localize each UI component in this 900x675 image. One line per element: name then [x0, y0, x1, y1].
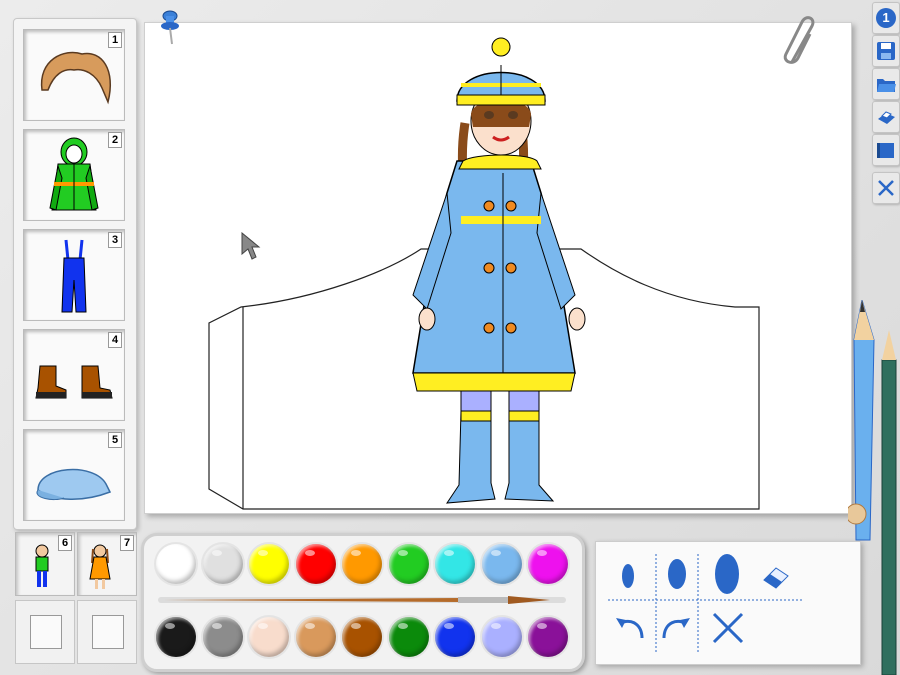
page-number-button[interactable]: 1 [872, 2, 900, 34]
right-toolbar: 1 [872, 2, 900, 204]
slot-number: 5 [108, 432, 122, 448]
open-folder-icon [877, 79, 896, 92]
save-icon [877, 42, 895, 60]
slot-number: 1 [108, 32, 122, 48]
bottom-paint-2[interactable] [249, 617, 289, 657]
wardrobe-slot-jacket[interactable]: 2 [23, 129, 125, 221]
brush-size-large[interactable] [712, 552, 742, 596]
print-button[interactable] [872, 101, 900, 133]
bottom-paint-7[interactable] [481, 617, 522, 657]
slot-number: 2 [108, 132, 122, 148]
bottom-paint-3[interactable] [295, 617, 336, 657]
top-paint-4[interactable] [342, 544, 382, 584]
brush-size-medium[interactable] [666, 556, 688, 592]
drawing-canvas[interactable] [144, 22, 852, 514]
bottom-paint-4[interactable] [342, 617, 382, 657]
slot-number: 6 [58, 535, 72, 551]
top-paint-8[interactable] [528, 544, 568, 584]
save-button[interactable] [872, 35, 900, 67]
page-badge: 1 [876, 8, 896, 28]
top-paint-2[interactable] [249, 544, 289, 584]
wardrobe-slot-overalls[interactable]: 3 [23, 229, 125, 321]
slot-number: 7 [120, 535, 134, 551]
wardrobe-slot-hair[interactable]: 1 [23, 29, 125, 121]
top-paint-7[interactable] [481, 544, 522, 584]
top-paint-6[interactable] [435, 544, 475, 584]
eraser-icon[interactable] [760, 564, 792, 590]
paintbrush-icon[interactable] [158, 594, 566, 606]
mouse-pointer-icon [241, 232, 261, 260]
character-boy-button[interactable]: 6 [15, 532, 75, 596]
open-button[interactable] [872, 68, 900, 100]
print-icon [878, 111, 895, 124]
close-button[interactable] [872, 172, 900, 204]
top-paint-0[interactable] [156, 544, 196, 584]
wardrobe-panel: 1 2 3 4 5 [13, 18, 137, 530]
bottom-paint-1[interactable] [202, 617, 243, 657]
bottom-paint-8[interactable] [528, 617, 568, 657]
pushpin-icon [161, 10, 179, 45]
paperclip-icon [783, 16, 815, 64]
close-icon [878, 180, 894, 196]
bottom-paint-6[interactable] [435, 617, 475, 657]
slot-number: 3 [108, 232, 122, 248]
redo-icon[interactable] [658, 612, 694, 644]
coloring-picture [208, 37, 760, 510]
bottom-paint-5[interactable] [388, 617, 429, 657]
girl-figure [412, 37, 586, 504]
paint-palette [141, 533, 585, 672]
character-girl-button[interactable]: 7 [77, 532, 137, 596]
top-paint-3[interactable] [295, 544, 336, 584]
brush-tools-panel [595, 541, 861, 665]
wardrobe-slot-boots[interactable]: 4 [23, 329, 125, 421]
top-paint-5[interactable] [388, 544, 429, 584]
brush-size-small[interactable] [620, 562, 636, 590]
clear-icon[interactable] [710, 610, 746, 646]
undo-icon[interactable] [612, 612, 648, 644]
empty-slot[interactable] [77, 600, 137, 664]
top-paint-1[interactable] [202, 544, 243, 584]
blue-book-icon [877, 143, 894, 158]
bottom-paint-0[interactable] [156, 617, 196, 657]
empty-slot[interactable] [15, 600, 75, 664]
slot-number: 4 [108, 332, 122, 348]
wardrobe-slot-cap[interactable]: 5 [23, 429, 125, 521]
book-button[interactable] [872, 134, 900, 166]
